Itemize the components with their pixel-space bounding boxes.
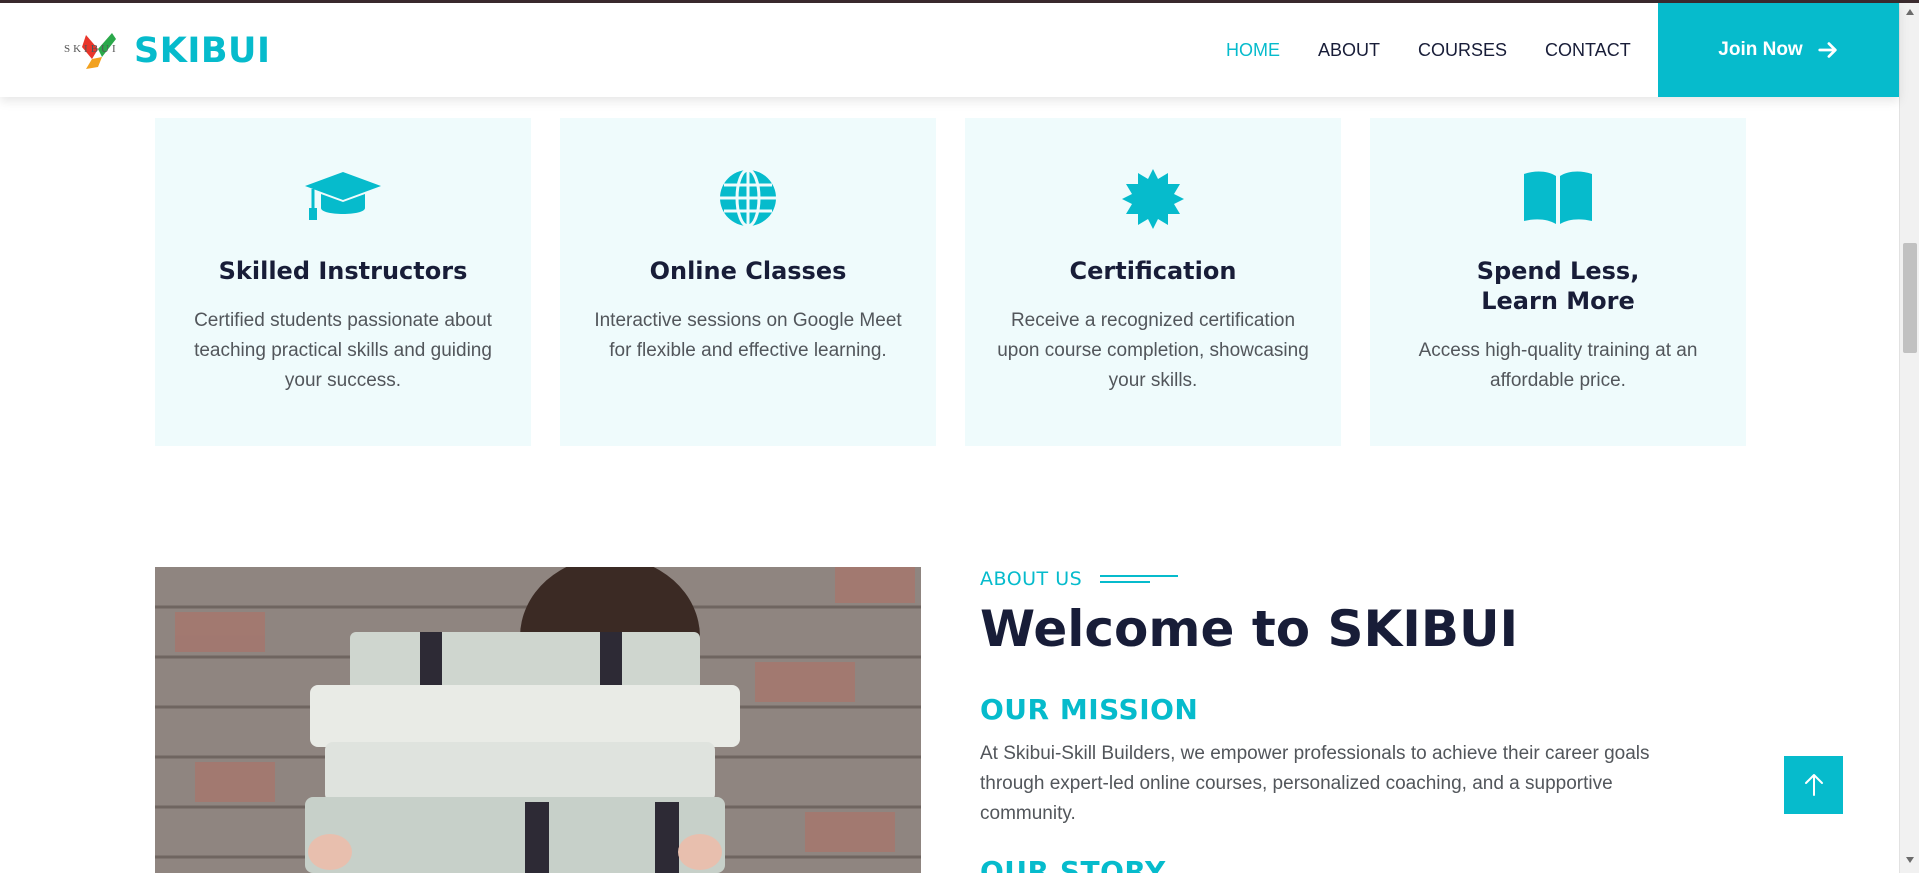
feature-desc: Receive a recognized certification upon … — [997, 310, 1309, 391]
logo-small-text: SKIBUI — [64, 43, 119, 55]
nav-about[interactable]: ABOUT — [1318, 40, 1380, 61]
certificate-icon — [965, 168, 1341, 232]
mission-text: At Skibui-Skill Builders, we empower pro… — [980, 743, 1650, 824]
feature-title: Certification — [1069, 257, 1237, 285]
main-nav: HOME ABOUT COURSES CONTACT — [1226, 3, 1669, 97]
decorative-lines — [1100, 573, 1179, 585]
back-to-top-button[interactable] — [1784, 756, 1843, 814]
book-open-icon — [1370, 168, 1746, 232]
feature-title: Online Classes — [649, 257, 847, 285]
nav-home[interactable]: HOME — [1226, 40, 1280, 61]
graduation-cap-icon — [155, 168, 531, 232]
navbar: SKIBUI SKIBUI HOME ABOUT COURSES CONTACT… — [0, 3, 1899, 97]
feature-card-certification: Certification Receive a recognized certi… — [965, 118, 1341, 446]
about-label-text: ABOUT US — [980, 568, 1083, 590]
arrow-up-icon — [1804, 774, 1823, 796]
nav-contact[interactable]: CONTACT — [1545, 40, 1631, 61]
feature-card-instructors: Skilled Instructors Certified students p… — [155, 118, 531, 446]
scrollbar-thumb[interactable] — [1903, 243, 1917, 353]
globe-icon — [560, 168, 936, 232]
about-heading: Welcome to SKIBUI — [980, 600, 1519, 658]
logo-mark-icon: SKIBUI — [64, 29, 132, 73]
join-now-label: Join Now — [1718, 39, 1803, 60]
feature-card-spend-less: Spend Less, Learn More Access high-quali… — [1370, 118, 1746, 446]
nav-courses[interactable]: COURSES — [1418, 40, 1507, 61]
story-title: OUR STORY — [980, 855, 1166, 873]
feature-title: Skilled Instructors — [218, 257, 468, 285]
feature-title: Spend Less, Learn More — [1370, 256, 1746, 316]
about-label: ABOUT US — [980, 568, 1179, 590]
about-image — [155, 567, 921, 873]
join-now-button[interactable]: Join Now — [1658, 3, 1899, 97]
mission-title: OUR MISSION — [980, 693, 1199, 726]
feature-card-online: Online Classes Interactive sessions on G… — [560, 118, 936, 446]
feature-desc: Access high-quality training at an affor… — [1418, 340, 1698, 391]
logo-text: SKIBUI — [134, 31, 271, 71]
arrow-right-icon — [1818, 42, 1837, 58]
feature-title-line: Learn More — [1481, 287, 1635, 315]
feature-title-line: Spend Less, — [1476, 257, 1640, 285]
page-scrollbar[interactable] — [1899, 3, 1919, 873]
books-photo-illustration — [155, 567, 921, 873]
scroll-up-arrow-icon[interactable] — [1905, 7, 1915, 17]
feature-desc: Certified students passionate about teac… — [194, 310, 492, 391]
scroll-down-arrow-icon[interactable] — [1905, 855, 1915, 865]
logo[interactable]: SKIBUI SKIBUI — [64, 29, 270, 73]
feature-desc: Interactive sessions on Google Meet for … — [594, 310, 902, 361]
